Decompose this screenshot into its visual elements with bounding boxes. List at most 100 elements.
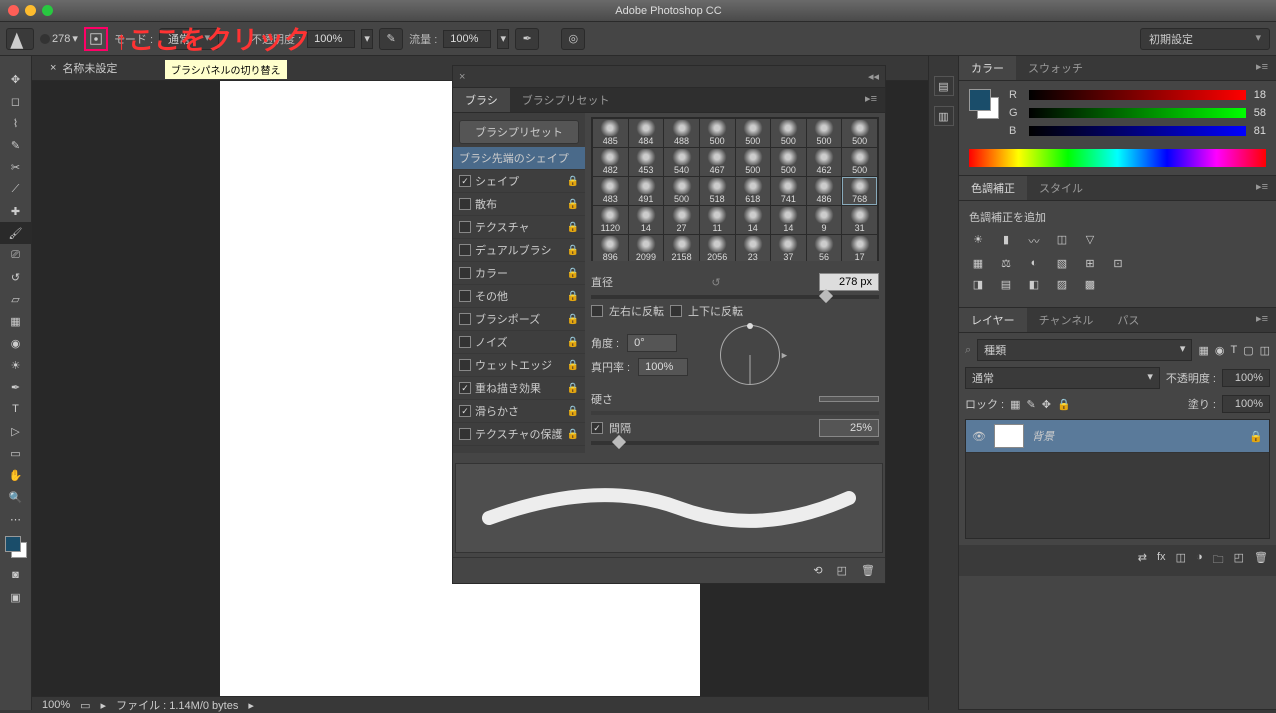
tab-color[interactable]: カラー [959, 56, 1016, 80]
tab-styles[interactable]: スタイル [1027, 176, 1095, 200]
airbrush-icon[interactable]: ✒ [515, 28, 539, 50]
lookup-icon[interactable]: ⊡ [1109, 257, 1127, 270]
minimize-window[interactable] [25, 5, 36, 16]
brush-option[interactable]: ノイズ🔒 [453, 331, 585, 354]
zoom-window[interactable] [42, 5, 53, 16]
checkbox[interactable] [459, 244, 471, 256]
brush-tip-shape[interactable]: ブラシ先端のシェイプ [453, 147, 585, 170]
levels-icon[interactable]: ▮ [997, 233, 1015, 249]
brush-tip-cell[interactable]: 11 [700, 206, 735, 234]
flip-y-checkbox[interactable] [670, 305, 682, 317]
b-slider[interactable] [1029, 126, 1246, 136]
lock-icon[interactable]: 🔒 [567, 360, 579, 371]
mask-icon[interactable]: ◫ [1176, 551, 1186, 570]
brush-option[interactable]: テクスチャの保護🔒 [453, 423, 585, 446]
angle-wheel[interactable]: ▸ [720, 325, 780, 385]
blur-tool[interactable]: ◉ [0, 332, 31, 354]
pressure-opacity-icon[interactable]: ✎ [379, 28, 403, 50]
shape-tool[interactable]: ▭ [0, 442, 31, 464]
toggle-brush-panel-button[interactable] [84, 27, 108, 51]
angle-input[interactable] [627, 334, 677, 352]
brush-tip-cell[interactable]: 540 [664, 148, 699, 176]
eraser-tool[interactable]: ▱ [0, 288, 31, 310]
new-layer-icon[interactable]: ◰ [1234, 551, 1244, 570]
brush-tip-cell[interactable]: 2056 [700, 235, 735, 261]
lock-icon[interactable]: 🔒 [567, 337, 579, 348]
foreground-color[interactable] [5, 536, 21, 552]
checkbox[interactable] [459, 175, 471, 187]
link-icon[interactable]: ⇄ [1138, 551, 1147, 570]
tab-adjustments[interactable]: 色調補正 [959, 176, 1027, 200]
tab-channels[interactable]: チャンネル [1027, 308, 1106, 332]
checkbox[interactable] [459, 313, 471, 325]
brush-option[interactable]: デュアルブラシ🔒 [453, 239, 585, 262]
brush-tip-cell[interactable]: 462 [807, 148, 842, 176]
r-value[interactable]: 18 [1252, 89, 1266, 101]
brush-option[interactable]: 散布🔒 [453, 193, 585, 216]
bw-icon[interactable]: ◐ [1025, 257, 1043, 270]
healing-tool[interactable]: ✚ [0, 200, 31, 222]
lock-icon[interactable]: 🔒 [567, 222, 579, 233]
brush-option[interactable]: カラー🔒 [453, 262, 585, 285]
checkbox[interactable] [459, 382, 471, 394]
brush-tip-cell[interactable]: 500 [736, 119, 771, 147]
brush-option[interactable]: シェイプ🔒 [453, 170, 585, 193]
invert-icon[interactable]: ◨ [969, 278, 987, 291]
brush-tip-cell[interactable]: 14 [629, 206, 664, 234]
lock-icon[interactable]: 🔒 [567, 383, 579, 394]
eyedropper-tool[interactable]: ⟋ [0, 178, 31, 200]
brush-option[interactable]: テクスチャ🔒 [453, 216, 585, 239]
close-icon[interactable]: × [459, 71, 465, 83]
brush-tip-cell[interactable]: 9 [807, 206, 842, 234]
tool-preset-picker[interactable] [6, 28, 34, 50]
curves-icon[interactable]: 〰 [1025, 233, 1043, 249]
move-tool[interactable]: ✥ [0, 68, 31, 90]
roundness-input[interactable] [638, 358, 688, 376]
brush-tip-cell[interactable]: 485 [593, 119, 628, 147]
brush-tip-cell[interactable]: 483 [593, 177, 628, 205]
delete-preset-icon[interactable]: 🗑 [861, 564, 875, 577]
exposure-icon[interactable]: ◫ [1053, 233, 1071, 249]
spacing-slider[interactable] [591, 441, 879, 445]
diameter-slider[interactable] [591, 295, 879, 299]
checkbox[interactable] [459, 359, 471, 371]
brush-tip-cell[interactable]: 488 [664, 119, 699, 147]
document-tab[interactable]: × 名称未設定 [40, 56, 127, 80]
panel-color-swatch[interactable] [969, 89, 999, 119]
checkbox[interactable] [459, 405, 471, 417]
layer-filter-select[interactable]: 種類 [977, 339, 1192, 361]
brush-tip-cell[interactable]: 618 [736, 177, 771, 205]
brush-tip-grid[interactable]: 4854844885005005005005004824535404675005… [591, 117, 879, 261]
brush-tip-cell[interactable]: 23 [736, 235, 771, 261]
dodge-tool[interactable]: ☀ [0, 354, 31, 376]
brightness-icon[interactable]: ☀ [969, 233, 987, 249]
tab-layers[interactable]: レイヤー [959, 308, 1027, 332]
lock-icons[interactable]: ▦✎✥🔒 [1010, 398, 1071, 411]
zoom-level[interactable]: 100% [42, 699, 70, 711]
diameter-input[interactable] [819, 273, 879, 291]
lock-icon[interactable]: 🔒 [567, 406, 579, 417]
brush-tool[interactable]: 🖌 [0, 222, 31, 244]
brush-tip-cell[interactable]: 500 [771, 119, 806, 147]
toggle-preview-icon[interactable]: ⟲ [813, 564, 822, 577]
lock-icon[interactable]: 🔒 [567, 429, 579, 440]
fx-icon[interactable]: fx [1157, 551, 1166, 570]
brush-option[interactable]: その他🔒 [453, 285, 585, 308]
screen-mode-icon[interactable]: ▣ [0, 586, 31, 608]
brush-option[interactable]: ブラシポーズ🔒 [453, 308, 585, 331]
spacing-value[interactable]: 25% [819, 419, 879, 437]
panel-menu-icon[interactable]: ▸≡ [1248, 56, 1276, 80]
pen-tool[interactable]: ✒ [0, 376, 31, 398]
g-value[interactable]: 58 [1252, 107, 1266, 119]
close-window[interactable] [8, 5, 19, 16]
photo-filter-icon[interactable]: ▧ [1053, 257, 1071, 270]
brush-tip-cell[interactable]: 500 [842, 148, 877, 176]
brush-tip-cell[interactable]: 500 [736, 148, 771, 176]
brush-presets-button[interactable]: ブラシプリセット [459, 120, 579, 144]
filter-icons[interactable]: ▦◉T▢◫ [1198, 344, 1270, 357]
balance-icon[interactable]: ⚖ [997, 257, 1015, 270]
lock-icon[interactable]: 🔒 [567, 291, 579, 302]
brush-option[interactable]: 重ね描き効果🔒 [453, 377, 585, 400]
visibility-icon[interactable]: 👁 [972, 430, 986, 443]
brush-tip-cell[interactable]: 27 [664, 206, 699, 234]
